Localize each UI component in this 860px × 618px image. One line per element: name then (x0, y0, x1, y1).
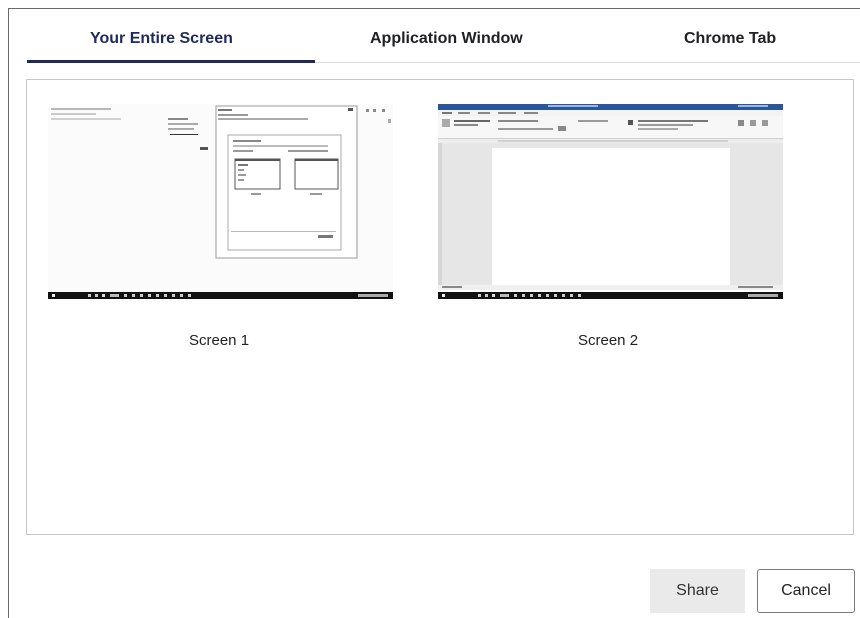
screen-2-thumbnail[interactable] (438, 104, 783, 299)
screen-list-panel: Screen 1 Screen 2 (26, 79, 854, 535)
share-button[interactable]: Share (650, 569, 745, 613)
screen-2-label: Screen 2 (578, 332, 639, 349)
screen-1-label: Screen 1 (189, 332, 250, 349)
active-tab-indicator (27, 60, 315, 63)
tab-divider (315, 62, 860, 63)
cancel-button[interactable]: Cancel (757, 569, 855, 613)
tab-bar: Your Entire Screen Application Window Ch… (18, 0, 860, 63)
tab-application-window[interactable]: Application Window (370, 30, 523, 48)
screen-2-preview (438, 104, 783, 299)
screen-1-thumbnail[interactable] (48, 104, 393, 299)
tab-your-entire-screen[interactable]: Your Entire Screen (90, 30, 233, 48)
screen-1-preview (48, 104, 393, 299)
tab-chrome-tab[interactable]: Chrome Tab (684, 30, 776, 48)
